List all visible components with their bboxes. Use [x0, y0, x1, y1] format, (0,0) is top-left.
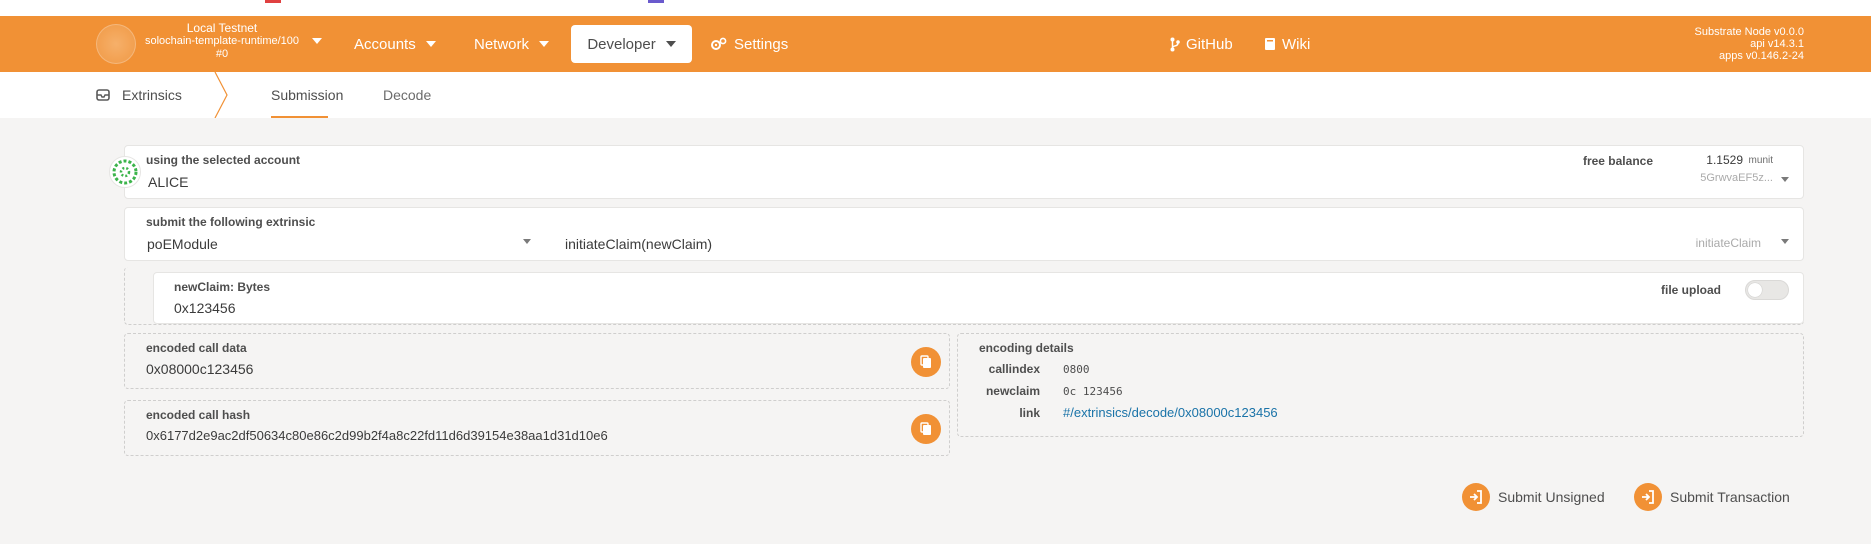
free-balance-label: free balance [1582, 154, 1653, 168]
node-version-info: Substrate Node v0.0.0 api v14.3.1 apps v… [1695, 26, 1804, 62]
code-branch-icon [1170, 37, 1180, 52]
call-select[interactable]: initiateClaim(newClaim) [565, 236, 712, 252]
copy-button[interactable] [911, 347, 941, 377]
nav-developer-label: Developer [587, 35, 656, 53]
nav-accounts[interactable]: Accounts [354, 16, 436, 72]
account-name: ALICE [148, 174, 189, 190]
module-select[interactable]: poEModule [147, 236, 218, 252]
inbox-icon [96, 89, 110, 101]
toggle-knob [1748, 283, 1762, 297]
file-upload-toggle[interactable] [1745, 280, 1789, 300]
param-newclaim: newClaim: Bytes 0x123456 file upload [153, 272, 1804, 324]
chevron-down-icon[interactable] [1781, 177, 1789, 182]
nav-developer[interactable]: Developer [571, 25, 692, 63]
tab-submission-label: Submission [271, 87, 344, 103]
submit-unsigned-button[interactable]: Submit Unsigned [1462, 483, 1605, 511]
chevron-down-icon[interactable] [1781, 239, 1789, 244]
encoded-call-data-label: encoded call data [146, 341, 247, 355]
chain-block: #0 [215, 48, 229, 60]
section-title: Extrinsics [96, 72, 182, 118]
nav-wiki-label: Wiki [1282, 35, 1311, 53]
chain-selector[interactable]: Local Testnet solochain-template-runtime… [136, 22, 308, 61]
node-version: Substrate Node v0.0.0 [1694, 26, 1804, 38]
chevron-down-icon [425, 41, 436, 47]
top-navigation-bar: Local Testnet solochain-template-runtime… [0, 16, 1871, 72]
param-input[interactable]: 0x123456 [174, 300, 236, 316]
sign-in-icon [1634, 483, 1662, 511]
nav-settings[interactable]: Settings [710, 16, 788, 72]
account-avatar [109, 156, 141, 188]
nav-network[interactable]: Network [474, 16, 550, 72]
nav-wiki[interactable]: Wiki [1264, 16, 1310, 72]
active-tab-indicator [271, 116, 328, 118]
account-label: using the selected account [146, 153, 301, 167]
tab-decode[interactable]: Decode [383, 72, 431, 118]
param-label: newClaim: Bytes [174, 280, 271, 294]
api-version: api v14.3.1 [1750, 38, 1804, 50]
identicon-icon [112, 159, 138, 185]
extrinsic-selector: submit the following extrinsic poEModule… [124, 207, 1804, 261]
submit-transaction-label: Submit Transaction [1670, 489, 1790, 505]
callindex-key: callindex [988, 362, 1040, 376]
sign-in-icon [1462, 483, 1490, 511]
copy-button[interactable] [911, 414, 941, 444]
submit-unsigned-label: Submit Unsigned [1498, 489, 1605, 505]
newclaim-key: newclaim [985, 384, 1040, 398]
account-selector[interactable]: using the selected account ALICE free ba… [124, 145, 1804, 199]
extrinsic-label: submit the following extrinsic [146, 215, 316, 229]
newclaim-value: 0c 123456 [1063, 385, 1123, 398]
encoded-call-hash-label: encoded call hash [146, 408, 251, 422]
submit-transaction-button[interactable]: Submit Transaction [1634, 483, 1790, 511]
apps-version: apps v0.146.2-24 [1718, 50, 1804, 62]
nav-network-label: Network [474, 35, 530, 53]
encoded-call-data-value: 0x08000c123456 [146, 361, 254, 377]
encoding-details-label: encoding details [979, 341, 1074, 355]
chain-runtime: solochain-template-runtime/100 [144, 35, 300, 47]
account-address: 5GrwvaEF5z... [1700, 172, 1773, 184]
free-balance-unit: munit [1748, 155, 1773, 166]
copy-icon [920, 422, 931, 435]
nav-settings-label: Settings [734, 35, 789, 53]
chain-name: Local Testnet [186, 21, 258, 35]
call-selected-name: initiateClaim [1695, 236, 1761, 250]
chevron-down-icon[interactable] [523, 239, 531, 244]
section-title-label: Extrinsics [122, 87, 182, 103]
chevron-down-icon[interactable] [312, 38, 322, 44]
link-key: link [1019, 406, 1040, 420]
decode-link[interactable]: #/extrinsics/decode/0x08000c123456 [1063, 405, 1278, 420]
free-balance-value: 1.1529 [1706, 153, 1743, 167]
chevron-down-icon [539, 41, 550, 47]
chevron-down-icon [665, 41, 676, 47]
encoded-call-hash-value: 0x6177d2e9ac2df50634c80e86c2d99b2f4a8c22… [146, 428, 608, 443]
file-upload-label: file upload [1661, 283, 1721, 297]
nav-accounts-label: Accounts [354, 35, 416, 53]
encoded-call-data: encoded call data 0x08000c123456 [124, 333, 950, 389]
browser-bookmarks-strip [0, 0, 1871, 16]
chain-logo[interactable] [96, 24, 136, 64]
sub-navigation: Extrinsics Submission Decode [0, 72, 1871, 118]
copy-icon [920, 355, 931, 368]
encoding-details: encoding details callindex 0800 newclaim… [957, 333, 1804, 437]
gears-icon [710, 37, 728, 51]
nav-github[interactable]: GitHub [1170, 16, 1233, 72]
breadcrumb-separator-icon [214, 72, 228, 118]
nav-github-label: GitHub [1186, 35, 1233, 53]
book-icon [1264, 37, 1276, 51]
tab-decode-label: Decode [383, 87, 432, 103]
encoded-call-hash: encoded call hash 0x6177d2e9ac2df50634c8… [124, 400, 950, 456]
tab-submission[interactable]: Submission [271, 72, 343, 118]
callindex-value: 0800 [1063, 363, 1090, 376]
